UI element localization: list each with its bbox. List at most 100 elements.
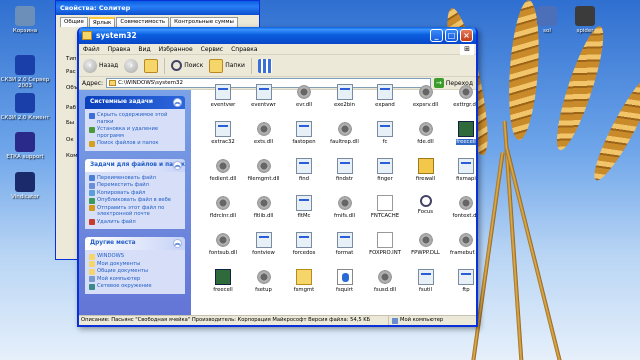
file-item[interactable]: fsmgmt bbox=[284, 269, 324, 293]
task-link[interactable]: Удалить файл bbox=[89, 219, 181, 225]
file-item[interactable]: fsquirt bbox=[325, 269, 365, 293]
file-tasks-title: Задачи для файлов и папок bbox=[90, 161, 185, 168]
collapse-icon[interactable]: ︽ bbox=[173, 160, 182, 170]
file-item[interactable]: fontview bbox=[244, 232, 284, 256]
tab-shortcut[interactable]: Ярлык bbox=[88, 17, 116, 27]
search-button[interactable]: Поиск bbox=[171, 60, 203, 71]
up-folder-button[interactable] bbox=[144, 58, 159, 73]
task-link[interactable]: Переименовать файл bbox=[89, 175, 181, 181]
file-item[interactable]: firewall bbox=[406, 158, 446, 182]
task-icon bbox=[89, 268, 95, 275]
file-item[interactable]: forcedos bbox=[284, 232, 324, 256]
file-item[interactable]: evr.dll bbox=[284, 84, 324, 108]
file-item[interactable]: expand bbox=[365, 84, 405, 108]
file-name: fldrclnr.dll bbox=[209, 213, 237, 219]
file-item[interactable]: exts.dll bbox=[244, 121, 284, 145]
task-link[interactable]: Сетевое окружение bbox=[89, 283, 181, 290]
system-tasks-header[interactable]: Системные задачи ︽ bbox=[85, 96, 185, 109]
task-link[interactable]: Отправить этот файл по электронной почте bbox=[89, 205, 181, 218]
file-item[interactable]: fontsub.dll bbox=[203, 232, 243, 256]
app-icon bbox=[15, 172, 35, 192]
menu-favorites[interactable]: Избранное bbox=[159, 46, 193, 53]
tab-general[interactable]: Общие bbox=[60, 17, 88, 27]
menu-view[interactable]: Вид bbox=[138, 46, 150, 53]
file-item[interactable]: FOXPRO.INT bbox=[365, 232, 405, 256]
desktop-icon[interactable]: spider bbox=[560, 6, 610, 34]
task-link[interactable]: Установка и удаление программ bbox=[89, 126, 181, 139]
file-item[interactable]: exe2bin bbox=[325, 84, 365, 108]
desktop-icon[interactable]: СКЗИ 2.0 Сервер 2003 bbox=[0, 55, 50, 89]
file-item[interactable]: eventvwr bbox=[203, 84, 243, 108]
tab-compatibility[interactable]: Совместимость bbox=[116, 17, 170, 27]
desktop-icon[interactable]: СКЗИ 2.0 Клиент bbox=[0, 93, 50, 121]
file-item[interactable]: fsutil bbox=[406, 269, 446, 293]
file-item[interactable]: fedient.dll bbox=[203, 158, 243, 182]
back-button[interactable]: ‹ Назад bbox=[83, 58, 118, 73]
menu-help[interactable]: Справка bbox=[231, 46, 257, 53]
file-item[interactable]: freecell bbox=[203, 269, 243, 293]
prop-label: Раб bbox=[66, 105, 77, 111]
file-item[interactable]: FNTCACHE bbox=[365, 195, 405, 219]
file-item[interactable]: finger bbox=[365, 158, 405, 182]
task-link[interactable]: Мой компьютер bbox=[89, 276, 181, 282]
collapse-icon[interactable]: ︽ bbox=[173, 239, 182, 248]
menu-tools[interactable]: Сервис bbox=[201, 46, 223, 53]
file-exe-icon bbox=[377, 121, 393, 137]
file-item[interactable]: format bbox=[325, 232, 365, 256]
file-item[interactable]: faultrep.dll bbox=[325, 121, 365, 145]
file-item[interactable]: exttrgr.dll bbox=[446, 84, 476, 108]
file-item[interactable]: ftp bbox=[446, 269, 476, 293]
menu-edit[interactable]: Правка bbox=[108, 46, 131, 53]
desktop-icon[interactable]: Корзина bbox=[0, 6, 50, 34]
views-button[interactable] bbox=[257, 58, 272, 73]
tab-checksums[interactable]: Контрольные суммы bbox=[170, 17, 238, 27]
file-item[interactable]: Focus bbox=[406, 195, 446, 215]
file-item[interactable]: freecell bbox=[446, 121, 476, 145]
task-link[interactable]: Опубликовать файл в вебе bbox=[89, 197, 181, 204]
folders-button[interactable]: Папки bbox=[209, 58, 245, 73]
file-item[interactable]: fsusd.dll bbox=[365, 269, 405, 293]
file-item[interactable]: fltlib.dll bbox=[244, 195, 284, 219]
task-link[interactable]: Общие документы bbox=[89, 268, 181, 275]
desktop-icon[interactable]: Vindicator bbox=[0, 172, 50, 200]
forward-button[interactable]: › bbox=[124, 58, 139, 73]
file-item[interactable]: find bbox=[284, 158, 324, 182]
desktop-icon[interactable]: ЕТКА support bbox=[0, 132, 50, 160]
task-link[interactable]: Переместить файл bbox=[89, 182, 181, 189]
minimize-button[interactable]: _ bbox=[430, 29, 443, 42]
file-item[interactable]: fastopen bbox=[284, 121, 324, 145]
task-link[interactable]: WINDOWS bbox=[89, 253, 181, 260]
file-item[interactable]: fsetup bbox=[244, 269, 284, 293]
title-bar[interactable]: system32 _ □ × bbox=[79, 27, 476, 44]
task-link[interactable]: Мои документы bbox=[89, 261, 181, 267]
properties-title[interactable]: Свойства: Солитер bbox=[56, 1, 259, 15]
windows-logo-icon: ⊞ bbox=[460, 44, 474, 55]
file-item[interactable]: fldrclnr.dll bbox=[203, 195, 243, 219]
file-tasks-header[interactable]: Задачи для файлов и папок ︽ bbox=[85, 158, 185, 172]
file-item[interactable]: fixmapi bbox=[446, 158, 476, 182]
other-places-header[interactable]: Другие места ︽ bbox=[85, 237, 185, 250]
file-item[interactable]: framebuf.dll bbox=[446, 232, 476, 256]
close-button[interactable]: × bbox=[460, 29, 473, 42]
menu-file[interactable]: Файл bbox=[83, 46, 100, 53]
explorer-window[interactable]: system32 _ □ × Файл Правка Вид Избранное… bbox=[77, 27, 478, 327]
file-item[interactable]: fltMc bbox=[284, 195, 324, 219]
file-item[interactable]: fde.dll bbox=[406, 121, 446, 145]
file-item[interactable]: fontext.dll bbox=[446, 195, 476, 219]
task-link[interactable]: Копировать файл bbox=[89, 190, 181, 196]
file-freecell-icon bbox=[215, 269, 231, 285]
file-item[interactable]: eventvwr bbox=[244, 84, 284, 108]
task-link[interactable]: Скрыть содержимое этой папки bbox=[89, 112, 181, 125]
file-name: FPWPP.DLL bbox=[411, 250, 440, 256]
file-item[interactable]: expsrv.dll bbox=[406, 84, 446, 108]
maximize-button[interactable]: □ bbox=[445, 29, 458, 42]
file-item[interactable]: FPWPP.DLL bbox=[406, 232, 446, 256]
collapse-icon[interactable]: ︽ bbox=[173, 98, 182, 107]
file-item[interactable]: fc bbox=[365, 121, 405, 145]
file-item[interactable]: findstr bbox=[325, 158, 365, 182]
file-item[interactable]: extrac32 bbox=[203, 121, 243, 145]
task-label: Сетевое окружение bbox=[97, 283, 152, 289]
task-link[interactable]: Поиск файлов и папок bbox=[89, 140, 181, 147]
file-item[interactable]: fmifs.dll bbox=[325, 195, 365, 219]
file-item[interactable]: filemgmt.dll bbox=[244, 158, 284, 182]
